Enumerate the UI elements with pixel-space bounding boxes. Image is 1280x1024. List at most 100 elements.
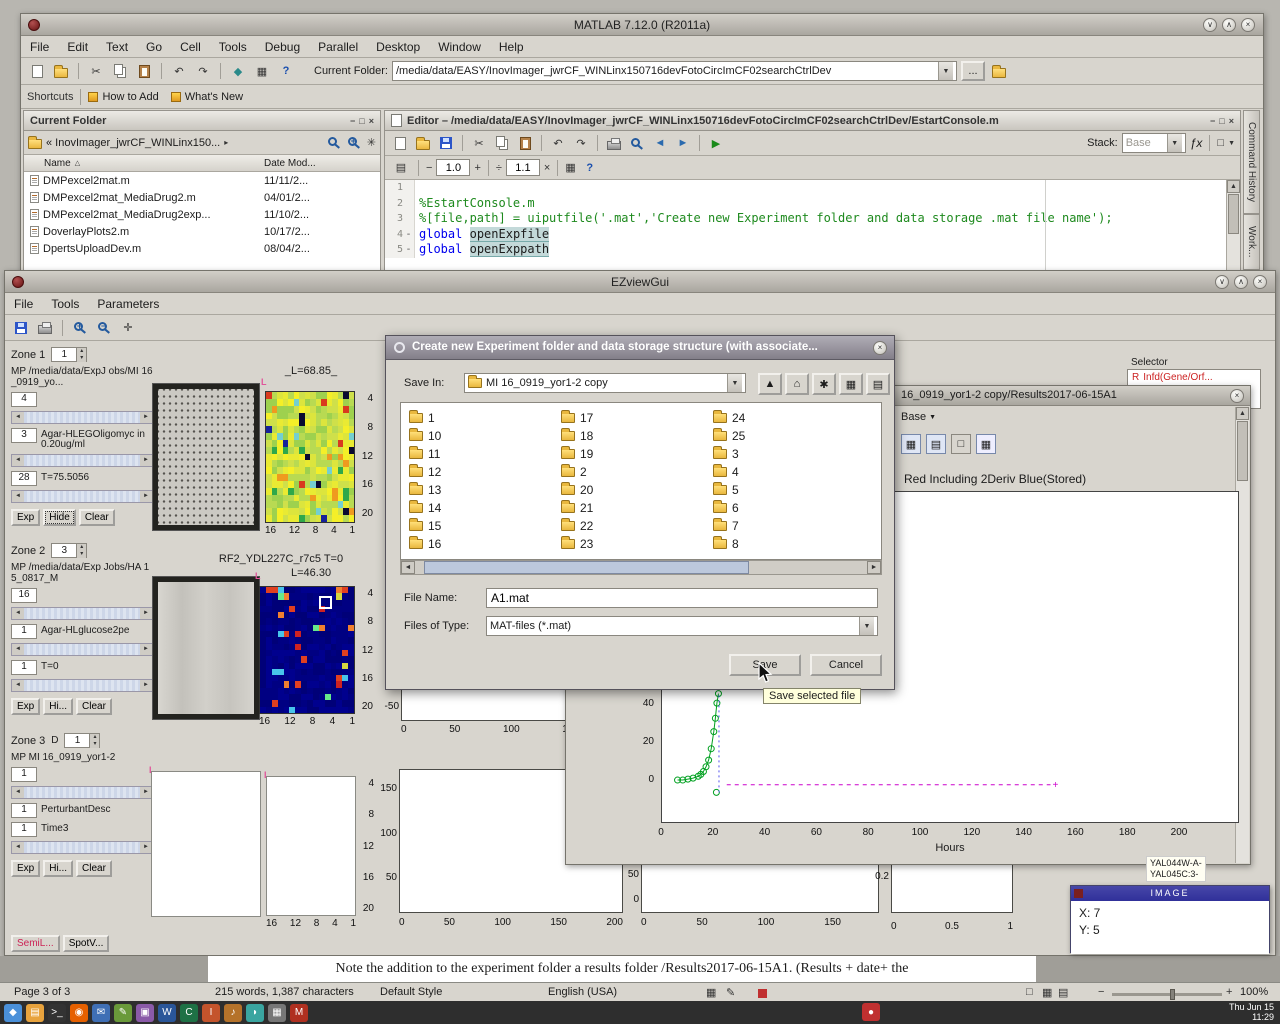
chevron-down-icon[interactable]: ▼ xyxy=(929,414,936,421)
field-scrollbar[interactable]: ◄► xyxy=(11,411,153,424)
browse-folder-button[interactable]: ... xyxy=(961,61,985,81)
folder-item[interactable]: 1 xyxy=(409,409,441,427)
current-folder-combo[interactable]: /media/data/EASY/InovImager_jwrCF_WINLin… xyxy=(392,61,957,81)
screenshot-icon[interactable]: ▦ xyxy=(268,1004,286,1022)
editor-layout-icon[interactable]: □ xyxy=(1217,137,1224,149)
folder-item[interactable]: 7 xyxy=(713,517,745,535)
file-row[interactable]: DMPexcel2mat_MediaDrug2.m 04/01/2... xyxy=(24,189,380,206)
simulink-icon[interactable]: ◆ xyxy=(228,61,248,81)
actions-gear-icon[interactable]: ✳ xyxy=(367,136,376,149)
ezview-titlebar[interactable]: EZviewGui ∨ ∧ × xyxy=(5,271,1275,293)
folder-list[interactable]: 110111213141516 171819220212223 24253456… xyxy=(400,402,882,560)
page-count[interactable]: Page 3 of 3 xyxy=(14,986,70,998)
paste-icon[interactable] xyxy=(515,133,535,153)
folder-item[interactable]: 18 xyxy=(561,427,593,445)
spotview-button[interactable]: SpotV... xyxy=(63,935,110,952)
spinner-arrows-icon[interactable]: ▴▾ xyxy=(76,544,86,558)
chevron-down-icon[interactable]: ▼ xyxy=(1228,140,1235,147)
view-list-button[interactable]: ▤ xyxy=(866,373,890,395)
multi-page-view-icon[interactable]: ▦ xyxy=(1042,986,1052,999)
cut-icon[interactable]: ✂ xyxy=(469,133,489,153)
cell-value-1-input[interactable] xyxy=(436,159,470,176)
close-panel-icon[interactable]: × xyxy=(369,116,374,126)
changes-flag-icon[interactable] xyxy=(758,989,767,998)
semilog-button[interactable]: SemiL... xyxy=(11,935,60,952)
zone-1-plate-image[interactable] xyxy=(153,384,259,530)
zoom-out-icon[interactable]: − xyxy=(94,318,114,338)
dock-icon[interactable]: − xyxy=(350,116,355,126)
clock[interactable]: Thu Jun 15 11:29 xyxy=(1229,1002,1274,1022)
image-tool-titlebar[interactable]: IMAGE xyxy=(1071,886,1269,901)
cut-icon[interactable]: ✂ xyxy=(86,61,106,81)
menu-item[interactable]: Parallel xyxy=(309,37,367,57)
files-of-type-combo[interactable]: MAT-files (*.mat) ▼ xyxy=(486,616,878,636)
chevron-down-icon[interactable]: ▼ xyxy=(1167,134,1182,152)
document-page[interactable]: Note the addition to the experiment fold… xyxy=(208,956,1036,982)
field-value[interactable]: 1 xyxy=(11,660,37,675)
impress-icon[interactable]: I xyxy=(202,1004,220,1022)
undo-icon[interactable]: ↶ xyxy=(169,61,189,81)
folder-item[interactable]: 10 xyxy=(409,427,441,445)
folder-item[interactable]: 6 xyxy=(713,499,745,517)
folder-item[interactable]: 16 xyxy=(409,535,441,553)
folder-list-hscrollbar[interactable]: ◄ ► xyxy=(400,560,882,575)
zone-3-heatmap[interactable] xyxy=(266,776,356,916)
print-icon[interactable] xyxy=(35,318,55,338)
menu-item[interactable]: Help xyxy=(490,37,533,57)
menu-item[interactable]: Tools xyxy=(210,37,256,57)
legend-item[interactable]: YAL045C:3- xyxy=(1150,869,1202,880)
open-file-icon[interactable] xyxy=(51,61,71,81)
field-scrollbar[interactable]: ◄► xyxy=(11,786,153,799)
field-value[interactable]: 4 xyxy=(11,392,37,407)
table-view-icon[interactable]: ▦ xyxy=(901,434,921,454)
save-in-combo[interactable]: MI 16_0919_yor1-2 copy ▼ xyxy=(464,373,746,393)
dialog-close-button[interactable]: × xyxy=(873,341,887,355)
menu-item[interactable]: Text xyxy=(97,37,137,57)
guide-icon[interactable]: ▦ xyxy=(252,61,272,81)
file-row[interactable]: DMPexcel2mat_MediaDrug2exp... 11/10/2... xyxy=(24,206,380,223)
list-view-icon[interactable]: ▤ xyxy=(926,434,946,454)
decrease-indent-icon[interactable]: − xyxy=(426,162,432,174)
zone-1-heatmap[interactable] xyxy=(265,391,355,523)
folder-item[interactable]: 13 xyxy=(409,481,441,499)
options-icon[interactable]: □ xyxy=(951,434,971,454)
minimize-button[interactable]: ∨ xyxy=(1215,275,1229,289)
terminal-icon[interactable]: >_ xyxy=(48,1004,66,1022)
field-scrollbar[interactable]: ◄► xyxy=(11,643,153,656)
clear-button[interactable]: Clear xyxy=(76,860,112,877)
folder-item[interactable]: 11 xyxy=(409,445,441,463)
zoom-in-icon[interactable]: + xyxy=(1226,986,1232,998)
menu-item[interactable]: Edit xyxy=(58,37,97,57)
menu-item[interactable]: Go xyxy=(137,37,171,57)
field-value[interactable]: 28 xyxy=(11,471,37,486)
scroll-up-icon[interactable]: ▲ xyxy=(1227,180,1240,193)
home-button[interactable]: ⌂ xyxy=(785,373,809,395)
paste-icon[interactable] xyxy=(134,61,154,81)
folder-item[interactable]: 12 xyxy=(409,463,441,481)
cancel-button[interactable]: Cancel xyxy=(810,654,882,676)
legend-item[interactable]: YAL044W-A- xyxy=(1150,858,1202,869)
menu-item[interactable]: Tools xyxy=(42,294,88,314)
menu-item[interactable]: Desktop xyxy=(367,37,429,57)
pan-hand-icon[interactable]: ✛ xyxy=(118,318,138,338)
back-icon[interactable]: ◄ xyxy=(650,133,670,153)
cell-value-2-input[interactable] xyxy=(506,159,540,176)
copy-icon[interactable] xyxy=(492,133,512,153)
save-icon[interactable] xyxy=(436,133,456,153)
dock-icon[interactable]: − xyxy=(1210,116,1215,126)
close-button[interactable]: × xyxy=(1241,18,1255,32)
undock-icon[interactable]: □ xyxy=(1219,116,1224,126)
info-icon[interactable]: ? xyxy=(580,158,600,178)
folder-item[interactable]: 4 xyxy=(713,463,745,481)
edit-mode-icon[interactable]: ✎ xyxy=(726,986,735,999)
zoom-slider[interactable] xyxy=(1112,993,1222,996)
clear-button[interactable]: Clear xyxy=(79,509,115,526)
scrollbar-thumb[interactable] xyxy=(1228,194,1239,234)
selection-mode-icon[interactable]: ▦ xyxy=(706,986,716,999)
find-icon[interactable] xyxy=(627,133,647,153)
new-folder-button[interactable]: ✱ xyxy=(812,373,836,395)
copy-icon[interactable] xyxy=(110,61,130,81)
scrollbar-thumb[interactable] xyxy=(1237,421,1248,481)
up-folder-icon[interactable] xyxy=(989,61,1009,81)
close-button[interactable]: × xyxy=(1230,389,1244,403)
